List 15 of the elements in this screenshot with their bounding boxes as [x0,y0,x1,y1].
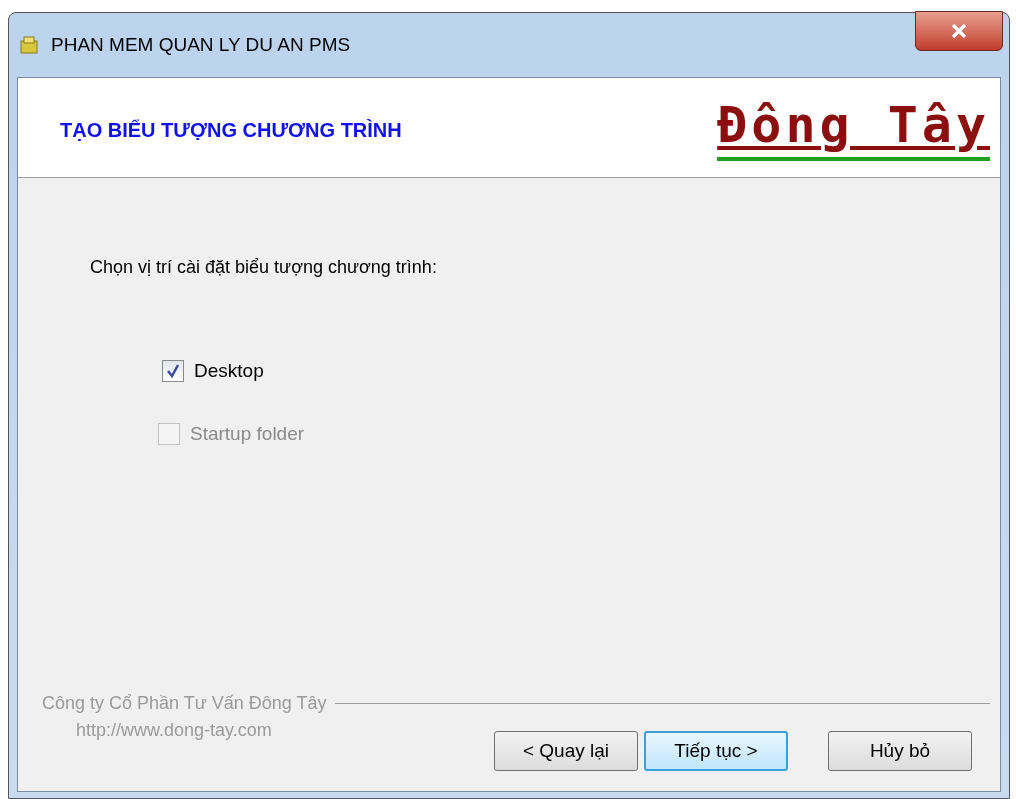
company-logo: Đông Tây [717,98,990,151]
prompt-text: Chọn vị trí cài đặt biểu tượng chương trình: [90,256,438,279]
checkbox[interactable] [162,360,184,383]
wizard-button[interactable]: < Quay lại [494,731,638,771]
close-button[interactable] [915,11,1003,51]
page-title: TẠO BIỂU TƯỢNG CHƯƠNG TRÌNH [60,117,402,143]
checkmark-icon [166,364,180,379]
close-icon [950,23,968,39]
wizard-button[interactable]: Hủy bỏ [828,731,972,771]
window-title: PHAN MEM QUAN LY DU AN PMS [51,32,351,57]
app-icon [17,33,41,57]
company-name: Công ty Cổ Phần Tư Vấn Đông Tây [42,692,327,715]
website-url: http://www.dong-tay.com [76,719,272,742]
checkbox-option[interactable]: Desktop [162,357,264,386]
wizard-button[interactable]: Tiếp tục > [644,731,788,771]
